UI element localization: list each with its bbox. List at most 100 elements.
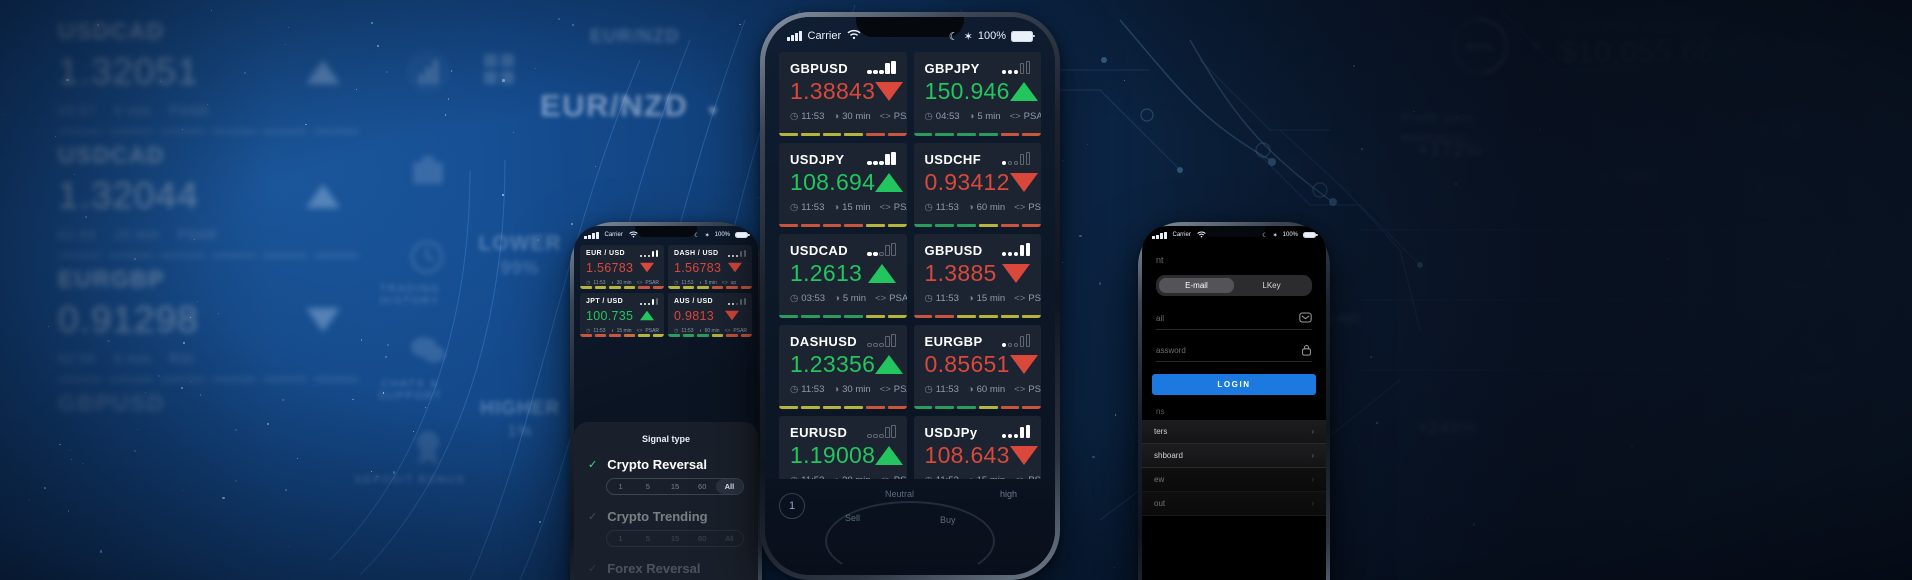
strength-segment (887, 315, 907, 318)
signal-card[interactable]: JPT / USD 100.735 ◷ 11:53 ◑ 15 min <> PSAR (580, 293, 664, 337)
signal-card[interactable]: GBPUSD 1.38843 ◷11:53 ◑30 min <>PSAR (779, 52, 907, 136)
strength-segment (668, 286, 680, 289)
strength-segment (779, 406, 798, 409)
signal-card[interactable]: GBPJPY 150.946 ◷04:53 ◑5 min <>PSAR (913, 52, 1041, 136)
signal-symbol: AUS / USD (674, 298, 713, 305)
password-field[interactable]: assword (1156, 340, 1312, 362)
signal-card-price-row: 1.56783 (586, 258, 658, 277)
strength-segment (935, 224, 954, 227)
sentiment-gauge-mini (825, 501, 995, 575)
timeframe-chip-15[interactable]: 15 (661, 531, 688, 546)
email-field[interactable]: ail (1156, 308, 1312, 330)
signal-price: 0.93412 (924, 169, 1010, 195)
signal-strength-icon (639, 250, 658, 257)
signal-card[interactable]: DASHUSD 1.23356 ◷11:53 ◑30 min <>PSAR (779, 325, 907, 409)
direction-down-icon (728, 262, 743, 273)
signal-card-price-row: 0.9813 (674, 306, 746, 325)
battery-icon (1011, 30, 1035, 42)
signal-type-row[interactable]: ✓ Crypto Trending (588, 509, 744, 524)
signal-type-row[interactable]: ✓ Forex Reversal (588, 561, 744, 576)
timeframe-chip-all[interactable]: All (715, 479, 744, 494)
signal-card[interactable]: GBPUSD 1.3885 ◷11:53 ◑15 min <>PSAR (913, 234, 1041, 318)
strength-segment (913, 224, 933, 227)
strength-segment (913, 406, 933, 409)
menu-item[interactable]: shboard › (1142, 444, 1326, 468)
strength-segment (866, 133, 885, 136)
signal-card[interactable]: EURGBP 0.85651 ◷11:53 ◑60 min <>PSAR (913, 325, 1041, 409)
strength-segment (978, 224, 998, 227)
strength-segment (779, 224, 798, 227)
clock-icon: ◷ (924, 111, 933, 122)
signal-type-name: Forex Reversal (607, 561, 701, 576)
signal-period: ◑30 min (833, 111, 871, 122)
menu-item[interactable]: ters › (1142, 420, 1326, 444)
timeframe-chip-all[interactable]: All (716, 531, 743, 546)
tab-lkey[interactable]: LKey (1234, 278, 1309, 293)
timeframe-chip-5[interactable]: 5 (634, 479, 661, 494)
tab-email[interactable]: E-mail (1159, 278, 1234, 293)
signal-card[interactable]: USDJPY 108.694 ◷11:53 ◑15 min <>PSAR (779, 143, 907, 227)
screenshot-stage: USDCAD 1.32051 03:57 5 min PSAR USDCAD 1… (0, 0, 1912, 580)
strength-segments (913, 224, 1041, 227)
strength-segment (711, 286, 723, 289)
timeframe-chips[interactable]: 1 5 15 60 All (606, 478, 744, 495)
signal-card-price-row: 0.93412 (924, 169, 1038, 196)
bluetooth-icon: ✶ (1272, 232, 1278, 239)
signal-card[interactable]: AUS / USD 0.9813 ◷ 11:53 ◑ 60 min <> PSAR (668, 293, 752, 337)
strength-segment (866, 315, 885, 318)
signal-strength-icon (867, 243, 896, 256)
page-indicator[interactable]: 1 (779, 493, 805, 519)
strength-segment (779, 315, 798, 318)
signal-card-header: EURUSD (790, 425, 896, 440)
signal-indicator: <>PSAR (875, 293, 907, 304)
signal-type-group[interactable]: ✓ Forex Reversal 151560All (588, 561, 744, 580)
signal-card-meta: ◷03:53 ◑5 min <>PSAR (790, 293, 907, 304)
strength-segment (887, 133, 907, 136)
login-button[interactable]: LOGIN (1152, 374, 1316, 395)
auth-method-tabs[interactable]: E-mail LKey (1156, 275, 1312, 296)
timeframe-chip-1[interactable]: 1 (607, 479, 634, 494)
signal-card[interactable]: USDCHF 0.93412 ◷11:53 ◑60 min <>PSAR (913, 143, 1041, 227)
signal-card-header: GBPUSD (925, 243, 1030, 258)
signal-type-row[interactable]: ✓ Crypto Reversal (588, 457, 744, 472)
menu-item[interactable]: out › (1142, 492, 1326, 516)
strength-segment (800, 224, 820, 227)
timeframe-chips[interactable]: 1 5 15 60 All (606, 530, 744, 547)
timeframe-chip-60[interactable]: 60 (689, 479, 716, 494)
direction-up-icon (640, 310, 655, 321)
signal-card[interactable]: EUR / USD 1.56783 ◷ 11:53 ◑ 30 min <> PSAR (580, 245, 664, 289)
signal-time: ◷11:53 (790, 384, 825, 395)
strength-segment (844, 315, 863, 318)
signal-card-header: USDJPy (925, 425, 1030, 440)
strength-segments (913, 406, 1041, 409)
signal-type-group[interactable]: ✓ Crypto Reversal 1 5 15 60 All (588, 457, 744, 495)
strength-segments (580, 334, 664, 337)
timer-icon: ◑ (967, 384, 974, 395)
code-brackets-icon: <> (879, 384, 891, 395)
signal-card[interactable]: USDCAD 1.2613 ◷03:53 ◑5 min <>PSAR (779, 234, 907, 318)
direction-down-icon (875, 82, 904, 101)
strength-segment (935, 406, 954, 409)
menu-item[interactable]: ew › (1142, 468, 1326, 492)
timeframe-chip-60[interactable]: 60 (689, 531, 716, 546)
signal-symbol: JPT / USD (586, 298, 624, 305)
menu-list: ters › shboard › ew › out › (1142, 420, 1326, 516)
timeframe-chip-5[interactable]: 5 (634, 531, 661, 546)
strength-segment (609, 286, 621, 289)
signal-symbol: USDCAD (790, 243, 849, 258)
code-brackets-icon: <> (879, 202, 891, 213)
signal-strength-icon (867, 425, 896, 438)
clock-icon: ◷ (790, 384, 799, 395)
timeframe-chip-15[interactable]: 15 (661, 479, 688, 494)
moon-icon: ☾ (694, 232, 700, 239)
phone-right: Carrier ☾ ✶ 100% nt E-mail LKey ail assw… (1138, 222, 1330, 580)
timeframe-chip-1[interactable]: 1 (607, 531, 634, 546)
strength-segment (1022, 224, 1041, 227)
signal-bars-icon (584, 231, 599, 239)
signal-card-price-row: 108.643 (925, 442, 1038, 469)
strength-segment (623, 334, 635, 337)
bottom-panel: 1 Neutral Sell Buy high (765, 479, 1055, 575)
signal-type-group[interactable]: ✓ Crypto Trending 1 5 15 60 All (588, 509, 744, 547)
signal-price: 1.56783 (674, 260, 722, 275)
signal-card[interactable]: DASH / USD 1.56783 ◷ 11:53 ◑ 5 min <> up (668, 245, 752, 289)
